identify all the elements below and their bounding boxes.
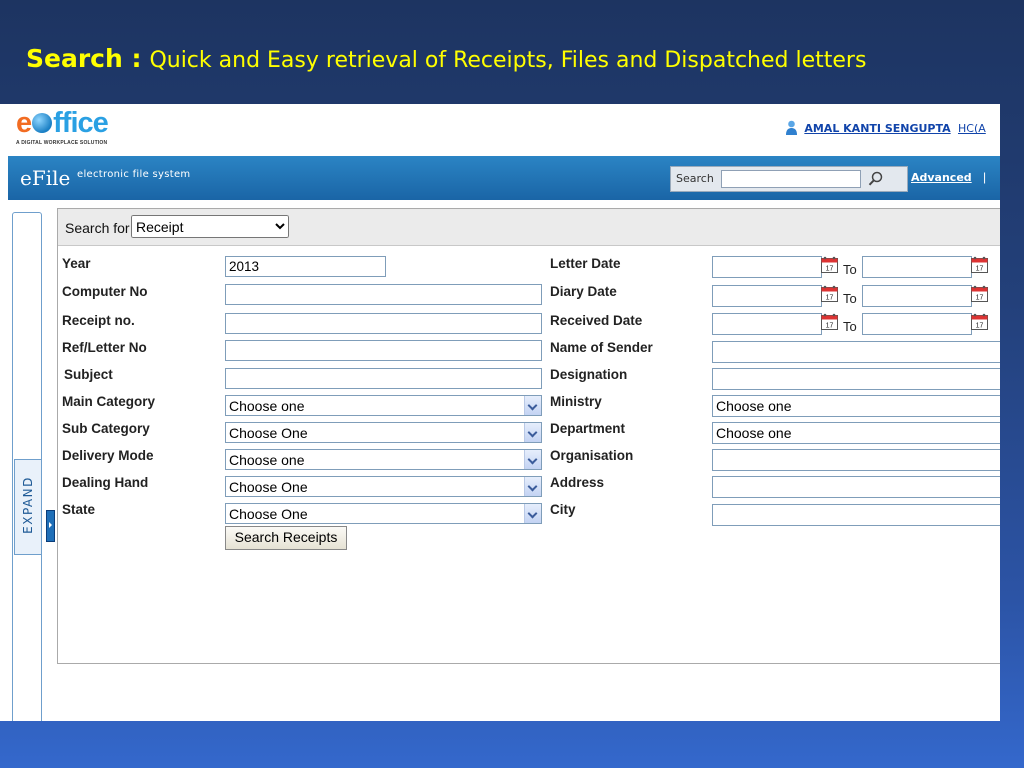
diary-date-to-label: To (843, 291, 857, 306)
efile-subtitle: electronic file system (77, 169, 191, 180)
svg-text:17: 17 (826, 295, 834, 302)
address-label: Address (550, 475, 605, 490)
svg-text:17: 17 (826, 266, 834, 273)
delivery-mode-select[interactable]: Choose one (225, 449, 542, 470)
department-select[interactable]: Choose one (712, 422, 1000, 444)
city-input[interactable] (712, 504, 1000, 526)
chevron-down-icon[interactable] (524, 423, 541, 442)
svg-text:17: 17 (826, 323, 834, 330)
name-of-sender-input[interactable] (712, 341, 1000, 363)
organisation-label: Organisation (550, 448, 634, 463)
calendar-icon[interactable]: 17 (821, 256, 838, 273)
diary-date-label: Diary Date (550, 284, 617, 299)
efile-brand: eFile (20, 166, 71, 190)
sub-category-label: Sub Category (62, 421, 150, 436)
dealing-hand-label: Dealing Hand (62, 475, 149, 490)
chevron-down-icon[interactable] (524, 477, 541, 496)
diary-date-from[interactable] (712, 285, 822, 307)
svg-text:17: 17 (976, 323, 984, 330)
state-select[interactable]: Choose One (225, 503, 542, 524)
nav-separator: | (983, 170, 987, 184)
quick-search-label: Search (676, 172, 714, 185)
calendar-icon[interactable]: 17 (971, 256, 988, 273)
ref-letter-no-label: Ref/Letter No (62, 340, 147, 355)
expand-handle[interactable] (46, 510, 55, 542)
delivery-mode-label: Delivery Mode (62, 448, 154, 463)
year-label: Year (62, 256, 91, 271)
sub-category-select[interactable]: Choose One (225, 422, 542, 443)
city-label: City (550, 502, 576, 517)
letter-date-to[interactable] (862, 256, 972, 278)
ministry-select[interactable]: Choose one (712, 395, 1000, 417)
top-nav-bar: eFile electronic file system Search Adva… (8, 156, 1000, 200)
organisation-input[interactable] (712, 449, 1000, 471)
designation-label: Designation (550, 367, 628, 382)
calendar-icon[interactable]: 17 (971, 313, 988, 330)
subject-input[interactable] (225, 368, 542, 389)
logo-tagline: A DIGITAL WORKPLACE SOLUTION (16, 140, 108, 146)
user-icon (786, 120, 797, 135)
search-icon[interactable] (867, 170, 885, 188)
expand-tab[interactable]: EXPAND (14, 459, 42, 555)
ref-letter-no-input[interactable] (225, 340, 542, 361)
expand-label: EXPAND (21, 476, 35, 534)
computer-no-label: Computer No (62, 284, 148, 299)
globe-icon (32, 113, 53, 133)
user-info: AMAL KANTI SENGUPTA HC(A (786, 120, 986, 136)
chevron-down-icon[interactable] (524, 450, 541, 469)
state-label: State (62, 502, 96, 517)
calendar-icon[interactable]: 17 (971, 285, 988, 302)
quick-search-box: Search (670, 166, 908, 192)
chevron-down-icon[interactable] (524, 396, 541, 415)
received-date-label: Received Date (550, 313, 643, 328)
chevron-down-icon[interactable] (524, 504, 541, 523)
receipt-no-label: Receipt no. (62, 313, 135, 328)
main-category-select[interactable]: Choose one (225, 395, 542, 416)
advanced-search-link[interactable]: Advanced (911, 171, 972, 184)
search-receipts-button[interactable]: Search Receipts (225, 526, 347, 550)
search-for-bar: Search for Receipt (58, 209, 1000, 246)
address-input[interactable] (712, 476, 1000, 498)
main-category-label: Main Category (62, 394, 156, 409)
department-label: Department (550, 421, 626, 436)
slide-title-bold: Search : (26, 44, 142, 73)
received-date-to[interactable] (862, 313, 972, 335)
quick-search-input[interactable] (721, 170, 861, 188)
svg-text:17: 17 (976, 266, 984, 273)
diary-date-to[interactable] (862, 285, 972, 307)
letter-date-from[interactable] (712, 256, 822, 278)
expand-sidebar[interactable]: EXPAND (12, 212, 42, 721)
letter-date-to-label: To (843, 262, 857, 277)
search-for-select[interactable]: Receipt (131, 215, 289, 238)
slide-title: Search : Quick and Easy retrieval of Rec… (26, 44, 866, 73)
receipt-no-input[interactable] (225, 313, 542, 334)
eoffice-logo: e ffice A DIGITAL WORKPLACE SOLUTION (16, 107, 109, 147)
letter-date-label: Letter Date (550, 256, 621, 271)
search-form: Search for Receipt Year Computer No Rece… (57, 208, 1000, 664)
slide-title-text: Quick and Easy retrieval of Receipts, Fi… (149, 48, 867, 73)
svg-text:17: 17 (976, 295, 984, 302)
year-input[interactable] (225, 256, 386, 277)
received-date-from[interactable] (712, 313, 822, 335)
search-for-label: Search for (65, 220, 130, 236)
calendar-icon[interactable]: 17 (821, 313, 838, 330)
received-date-to-label: To (843, 319, 857, 334)
user-role-link[interactable]: HC(A (958, 122, 986, 135)
calendar-icon[interactable]: 17 (821, 285, 838, 302)
ministry-label: Ministry (550, 394, 602, 409)
name-of-sender-label: Name of Sender (550, 340, 653, 355)
dealing-hand-select[interactable]: Choose One (225, 476, 542, 497)
computer-no-input[interactable] (225, 284, 542, 305)
subject-label: Subject (64, 367, 113, 382)
user-name-link[interactable]: AMAL KANTI SENGUPTA (804, 122, 950, 135)
designation-input[interactable] (712, 368, 1000, 390)
efile-screenshot: e ffice A DIGITAL WORKPLACE SOLUTION AMAL… (0, 104, 1000, 721)
